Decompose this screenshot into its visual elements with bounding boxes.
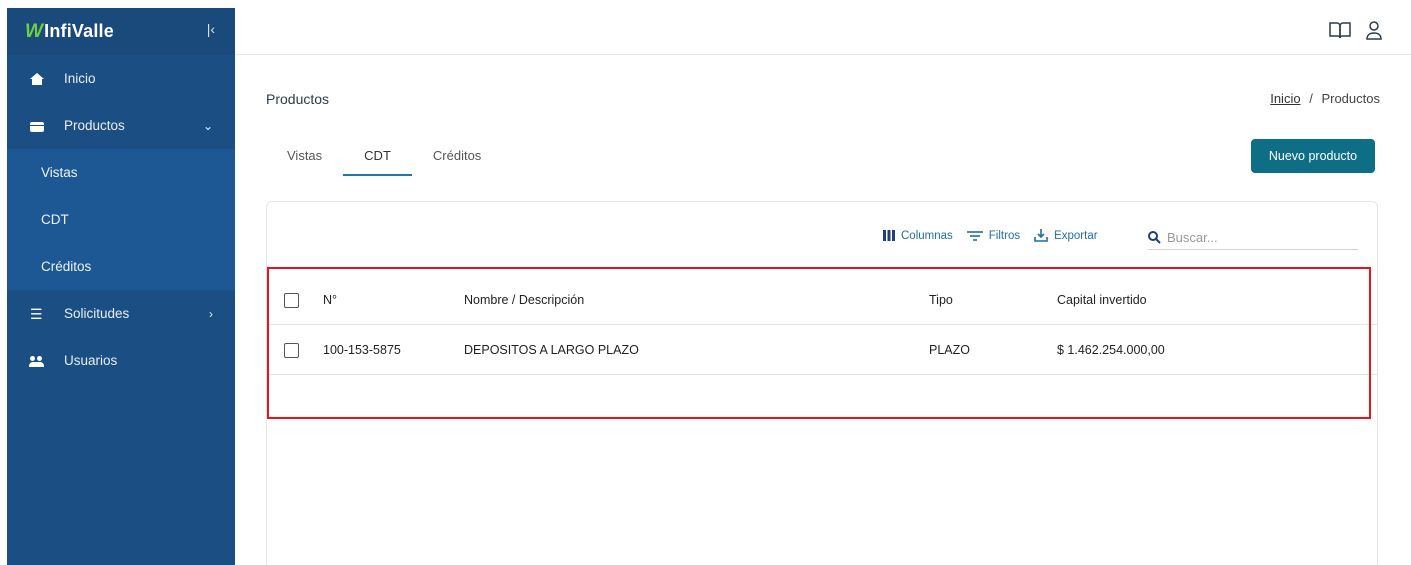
column-header-no[interactable]: N°	[323, 293, 337, 307]
sidebar-item-label: Productos	[64, 118, 125, 133]
cell-nombre: DEPOSITOS A LARGO PLAZO	[464, 343, 639, 357]
breadcrumb-current: Productos	[1321, 91, 1380, 106]
topbar-actions	[1329, 20, 1383, 43]
collapse-left-icon[interactable]: |‹	[207, 21, 215, 37]
sidebar-submenu: Vistas CDT Créditos	[7, 149, 235, 290]
sidebar-subitem-creditos[interactable]: Créditos	[7, 243, 235, 290]
column-header-capital[interactable]: Capital invertido	[1057, 293, 1147, 307]
chevron-right-icon: ›	[209, 306, 213, 321]
row-checkbox[interactable]	[284, 342, 299, 358]
cell-capital: $ 1.462.254.000,00	[1057, 343, 1165, 357]
breadcrumb-link-inicio[interactable]: Inicio	[1270, 91, 1300, 106]
tab-cdt[interactable]: CDT	[343, 140, 412, 176]
sidebar-item-label: Inicio	[64, 71, 96, 86]
users-icon	[29, 355, 44, 367]
sidebar-item-productos[interactable]: Productos ⌄	[7, 102, 235, 149]
breadcrumb: Inicio / Productos	[1270, 91, 1380, 106]
columns-button[interactable]: Columnas	[883, 230, 953, 242]
home-icon	[30, 72, 44, 85]
grid-toolbar: Columnas Filtros Exportar	[883, 229, 1098, 242]
select-all-checkbox[interactable]	[284, 292, 299, 308]
products-table-card	[266, 201, 1378, 565]
search-icon	[1148, 231, 1161, 244]
sidebar-item-usuarios[interactable]: Usuarios	[7, 337, 235, 384]
table-header-row: N° Nombre / Descripción Tipo Capital inv…	[267, 276, 1377, 325]
book-icon[interactable]	[1329, 20, 1351, 43]
tab-vistas[interactable]: Vistas	[266, 140, 343, 175]
new-product-button[interactable]: Nuevo producto	[1251, 139, 1375, 173]
cell-no: 100-153-5875	[323, 343, 401, 357]
page-title: Productos	[266, 91, 330, 107]
columns-icon	[883, 230, 895, 241]
brand-logo[interactable]: W InfiValle	[25, 21, 114, 43]
sidebar-subitem-vistas[interactable]: Vistas	[7, 149, 235, 196]
table-row[interactable]: 100-153-5875 DEPOSITOS A LARGO PLAZO PLA…	[267, 326, 1377, 375]
filters-button[interactable]: Filtros	[966, 230, 1020, 242]
sidebar: W InfiValle |‹ Inicio Productos ⌄ Vistas…	[7, 8, 235, 565]
brand-header: W InfiValle |‹	[7, 8, 235, 55]
sidebar-item-label: Solicitudes	[64, 306, 130, 321]
chevron-down-icon: ⌄	[202, 118, 213, 133]
list-icon: ☰	[30, 305, 43, 322]
filter-icon	[966, 230, 983, 241]
search-placeholder: Buscar...	[1167, 230, 1218, 245]
tab-bar: Vistas CDT Créditos	[266, 140, 502, 176]
breadcrumb-separator: /	[1309, 91, 1313, 106]
download-icon	[1034, 229, 1048, 242]
column-header-nombre[interactable]: Nombre / Descripción	[464, 293, 584, 307]
tab-creditos[interactable]: Créditos	[412, 140, 502, 175]
cell-tipo: PLAZO	[929, 343, 970, 357]
sidebar-item-solicitudes[interactable]: ☰ Solicitudes ›	[7, 290, 235, 337]
box-icon	[30, 120, 44, 132]
sidebar-item-label: Usuarios	[64, 353, 118, 368]
topbar	[235, 8, 1411, 55]
column-header-tipo[interactable]: Tipo	[929, 293, 953, 307]
search-input[interactable]: Buscar...	[1148, 226, 1358, 250]
sidebar-subitem-cdt[interactable]: CDT	[7, 196, 235, 243]
sidebar-item-inicio[interactable]: Inicio	[7, 55, 235, 102]
export-button[interactable]: Exportar	[1034, 229, 1098, 242]
user-icon[interactable]	[1365, 20, 1383, 43]
